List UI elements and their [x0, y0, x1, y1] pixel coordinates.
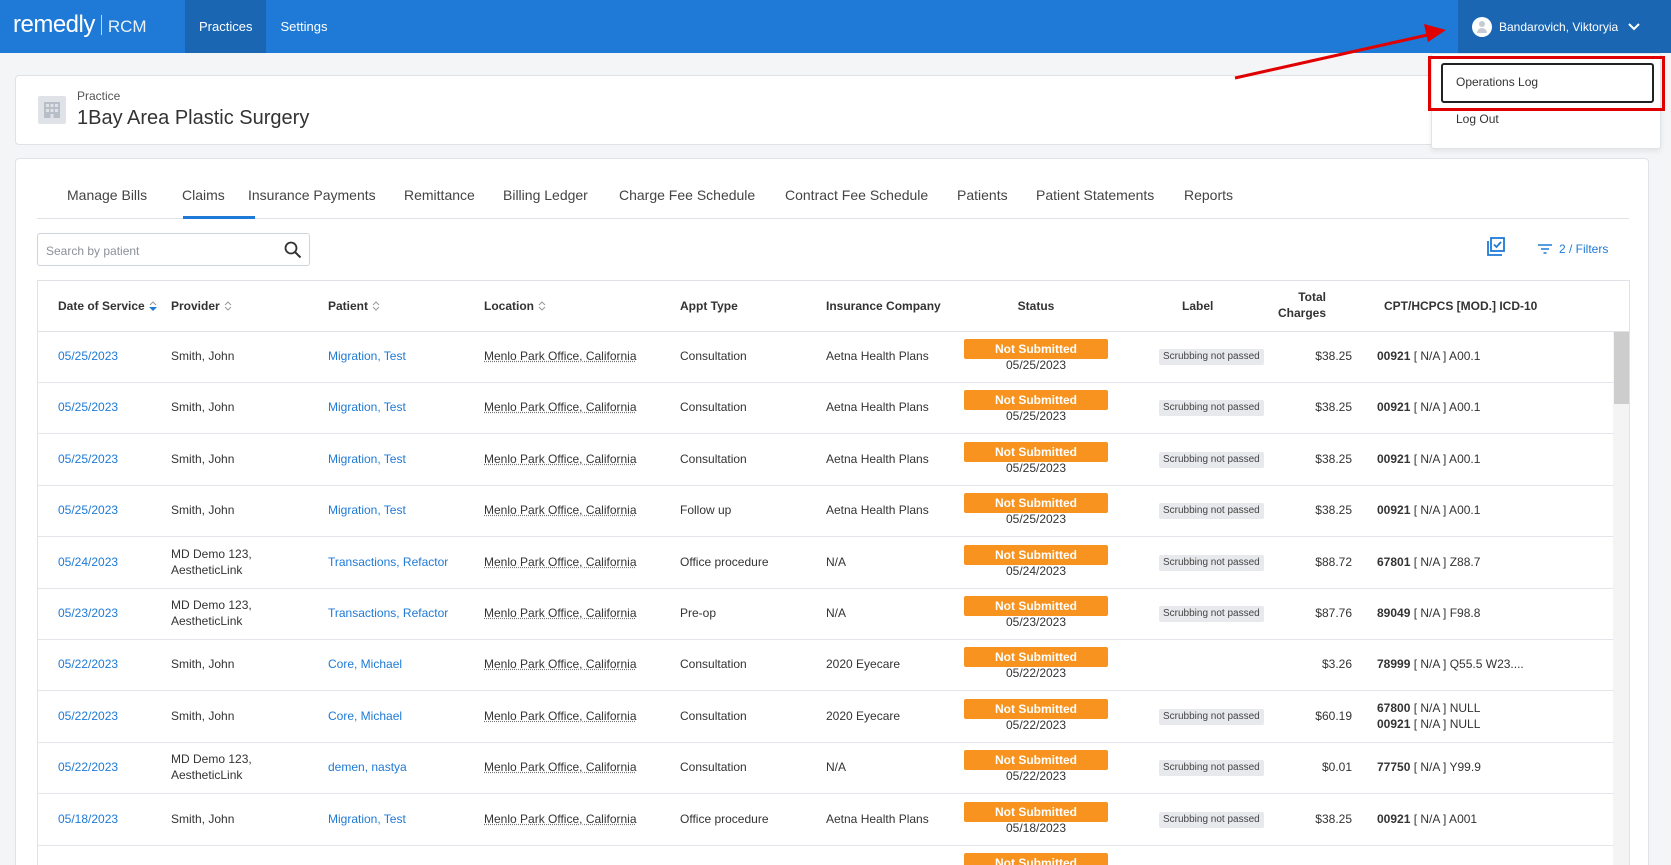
annotation-arrow: [1234, 24, 1446, 80]
